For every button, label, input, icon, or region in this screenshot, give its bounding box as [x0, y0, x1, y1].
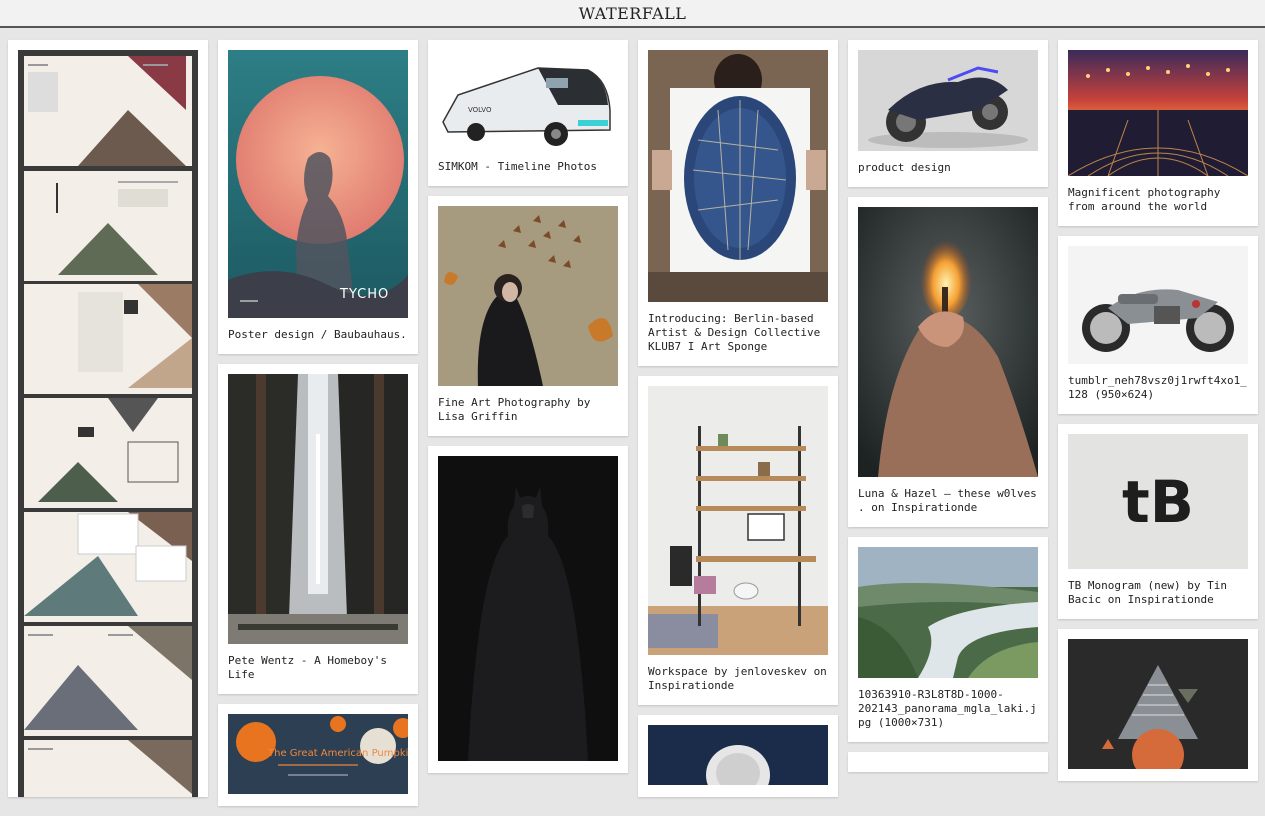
page-title: WATERFALL: [578, 4, 687, 23]
batman-image[interactable]: [438, 456, 618, 761]
pin-card[interactable]: The Great American Pumpkin Take-Over: [218, 704, 418, 806]
burning-match-image[interactable]: [858, 207, 1038, 477]
pin-caption: Workspace by jenloveskev on Inspirationd…: [648, 665, 827, 692]
cafe-racer-image[interactable]: [1068, 246, 1248, 364]
city-lights-image[interactable]: [1068, 50, 1248, 176]
svg-text:TYCHO: TYCHO: [339, 287, 389, 302]
triangle-art-image[interactable]: [1068, 639, 1248, 769]
butterfly-woman-image[interactable]: [438, 206, 618, 386]
pin-caption: Magnificent photography from around the …: [1068, 186, 1221, 213]
pin-caption: Fine Art Photography by Lisa Griffin: [438, 396, 591, 423]
man-holding-artwork-image[interactable]: [648, 50, 828, 302]
pin-card[interactable]: [638, 715, 838, 797]
pin-caption: tumblr_neh78vsz0j1rwft4xo1_128 (950×624): [1068, 374, 1247, 401]
pin-card[interactable]: Workspace by jenloveskev on Inspirationd…: [638, 376, 838, 705]
river-panorama-image[interactable]: [858, 547, 1038, 678]
pumpkin-ad-text: The Great American Pumpkin Take-Over: [267, 748, 408, 759]
concept-motorbike-image[interactable]: [858, 50, 1038, 151]
pin-caption: Luna & Hazel — these w0lves . on Inspira…: [858, 487, 1037, 514]
column-3: VOLVO SIMKOM - Timeline Photos Fine Art …: [428, 40, 628, 783]
svg-text:VOLVO: VOLVO: [468, 106, 492, 114]
pin-card[interactable]: tB TB Monogram (new) by Tin Bacic on Ins…: [1058, 424, 1258, 619]
pin-caption: Pete Wentz - A Homeboy's Life: [228, 654, 387, 681]
pin-card[interactable]: VOLVO SIMKOM - Timeline Photos: [428, 40, 628, 186]
pin-card[interactable]: Fine Art Photography by Lisa Griffin: [428, 196, 628, 436]
pin-caption: product design: [858, 161, 951, 174]
column-1: [8, 40, 208, 807]
pin-card[interactable]: product design: [848, 40, 1048, 187]
pin-card[interactable]: TYCHO Poster design / Baubauhaus.: [218, 40, 418, 354]
column-4: Introducing: Berlin-based Artist & Desig…: [638, 40, 838, 807]
pumpkin-ad-image[interactable]: The Great American Pumpkin Take-Over: [228, 714, 408, 794]
volvo-truck-image[interactable]: VOLVO: [438, 50, 618, 150]
pin-card[interactable]: [848, 752, 1048, 772]
pin-caption: TB Monogram (new) by Tin Bacic on Inspir…: [1068, 579, 1227, 606]
pin-card[interactable]: 10363910-R3L8T8D-1000-202143_panorama_mg…: [848, 537, 1048, 742]
pin-caption: SIMKOM - Timeline Photos: [438, 160, 597, 173]
app-header: WATERFALL: [0, 0, 1265, 28]
pin-card[interactable]: Introducing: Berlin-based Artist & Desig…: [638, 40, 838, 366]
pin-caption: Poster design / Baubauhaus.: [228, 328, 407, 341]
waterfall-grid: TYCHO Poster design / Baubauhaus. Pete W…: [0, 30, 1265, 806]
tycho-poster-image[interactable]: TYCHO: [228, 50, 408, 318]
column-6: Magnificent photography from around the …: [1058, 40, 1258, 791]
brochure-spread-image[interactable]: [18, 50, 198, 797]
column-5: product design Luna & Hazel — these w0lv…: [848, 40, 1048, 782]
pin-card[interactable]: [8, 40, 208, 797]
forest-waterfall-image[interactable]: [228, 374, 408, 644]
pin-card[interactable]: Pete Wentz - A Homeboy's Life: [218, 364, 418, 694]
pin-card[interactable]: Luna & Hazel — these w0lves . on Inspira…: [848, 197, 1048, 527]
astronaut-image[interactable]: [648, 725, 828, 785]
workspace-image[interactable]: [648, 386, 828, 655]
monogram-text: tB: [1122, 468, 1194, 536]
pin-caption: Introducing: Berlin-based Artist & Desig…: [648, 312, 821, 353]
pin-card[interactable]: [1058, 629, 1258, 781]
tb-monogram-image[interactable]: tB: [1068, 434, 1248, 569]
pin-card[interactable]: [428, 446, 628, 773]
column-2: TYCHO Poster design / Baubauhaus. Pete W…: [218, 40, 418, 816]
pin-card[interactable]: Magnificent photography from around the …: [1058, 40, 1258, 226]
pin-caption: 10363910-R3L8T8D-1000-202143_panorama_mg…: [858, 688, 1037, 729]
pin-card[interactable]: tumblr_neh78vsz0j1rwft4xo1_128 (950×624): [1058, 236, 1258, 414]
